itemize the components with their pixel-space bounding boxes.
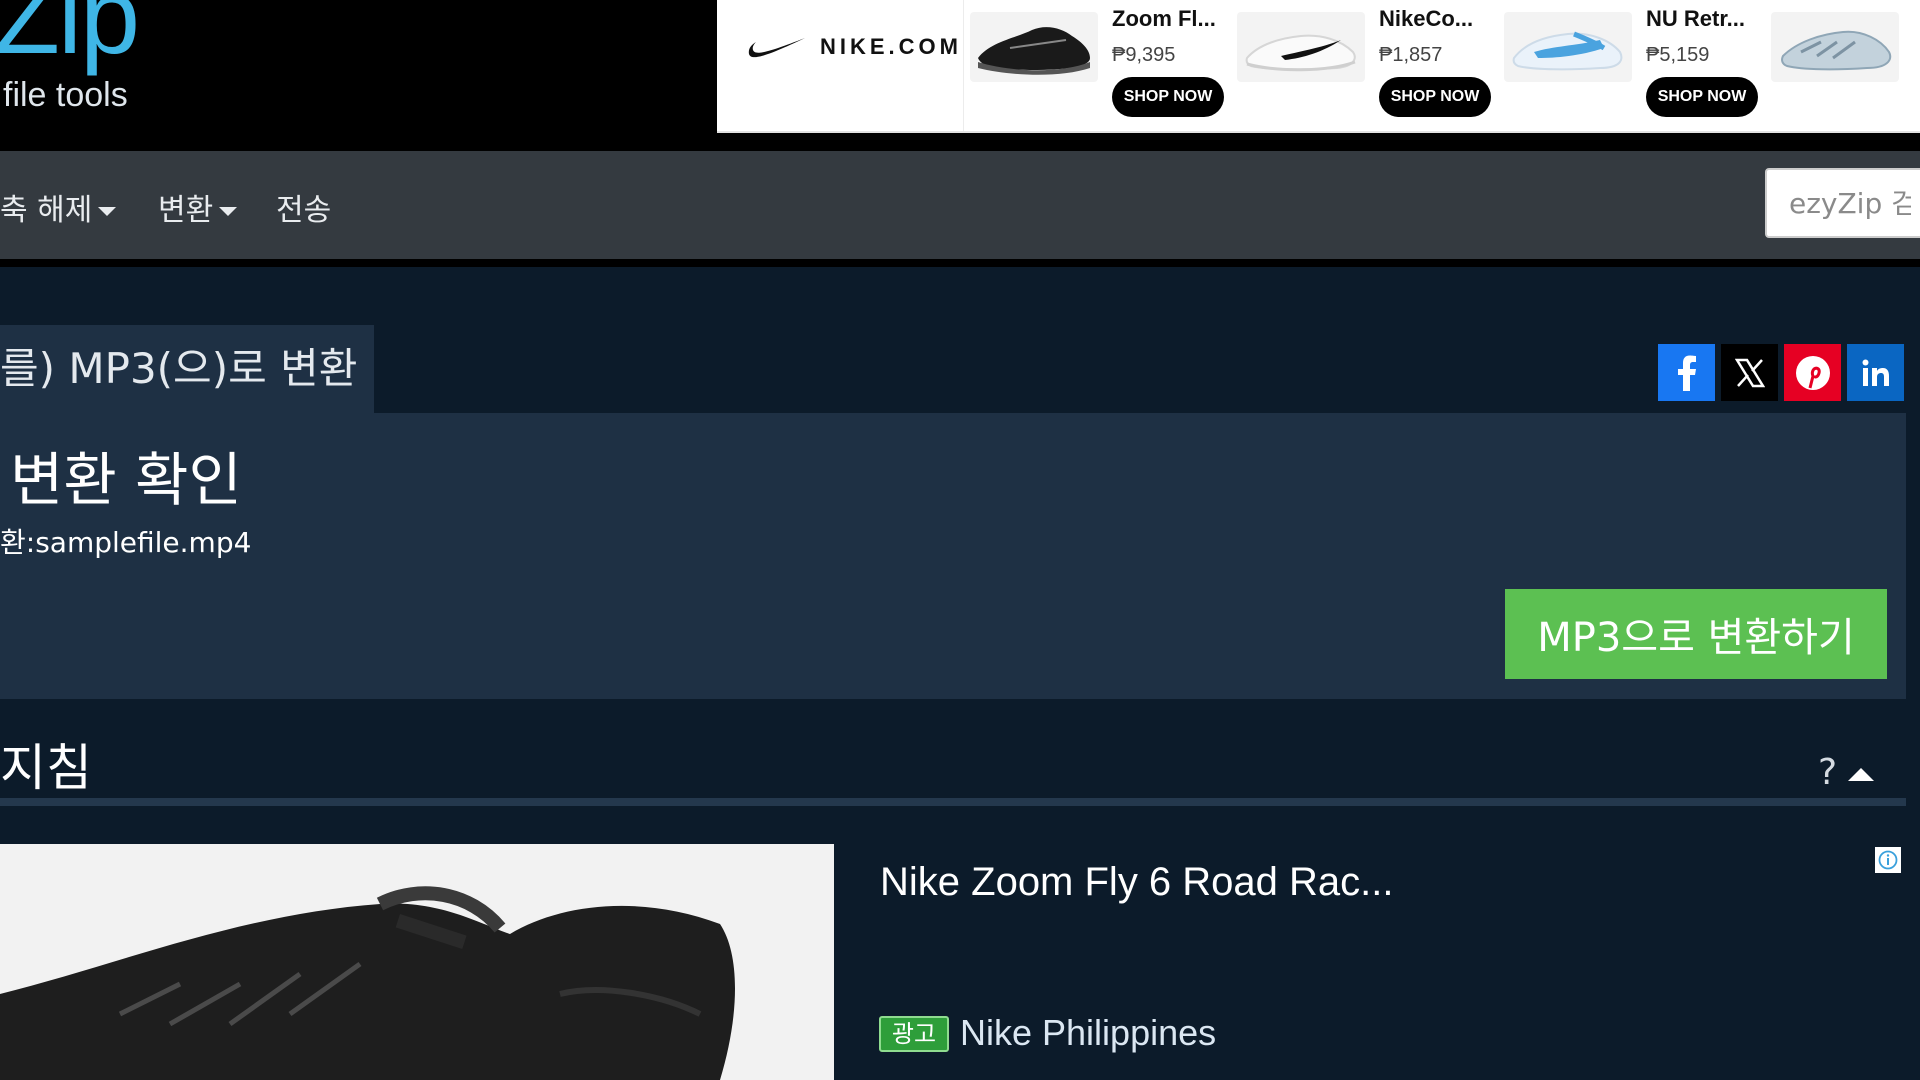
shop-now-button[interactable]: SHOP NOW xyxy=(1379,77,1491,117)
guide-divider xyxy=(0,798,1906,806)
ad-product-name: NU Retr... xyxy=(1646,6,1746,31)
nav-item-label: 전송 xyxy=(276,193,332,228)
shoe-image-3 xyxy=(1504,12,1632,82)
ad-product-price: ₱1,857 xyxy=(1379,44,1443,66)
ad-headline[interactable]: Nike Zoom Fly 6 Road Rac... xyxy=(880,860,1394,905)
x-share-button[interactable] xyxy=(1721,344,1778,401)
help-icon[interactable]: ? xyxy=(1818,752,1837,793)
shoe-image-4 xyxy=(1771,12,1899,82)
ad-product-price: ₱5,159 xyxy=(1646,44,1710,66)
nav-divider xyxy=(0,259,1920,267)
caret-down-icon xyxy=(98,207,117,216)
selected-file-label: 환:samplefile.mp4 xyxy=(0,526,252,559)
page-title: 를) MP3(으)로 변환 xyxy=(0,344,358,393)
ad-product-name: NikeCo... xyxy=(1379,6,1474,31)
guide-heading: 지침 xyxy=(0,739,92,797)
shop-now-button[interactable]: SHOP NOW xyxy=(1646,77,1758,117)
linkedin-icon xyxy=(1862,359,1889,386)
ad-product-image[interactable] xyxy=(0,844,834,1080)
collapse-caret-up-icon[interactable] xyxy=(1848,768,1874,781)
nav-extract-menu[interactable]: 축 해제 xyxy=(0,185,117,229)
top-ad-banner[interactable]: NIKE.COM Zoom Fl... ₱9,395 SHOP NOW Nike… xyxy=(717,0,1920,133)
ad-advertiser[interactable]: Nike Philippines xyxy=(960,1012,1216,1054)
ad-product-3[interactable]: NU Retr... ₱5,159 SHOP NOW xyxy=(1504,0,1769,131)
ad-product-4-partial[interactable] xyxy=(1771,0,1920,131)
x-icon xyxy=(1734,358,1765,387)
ad-info-icon[interactable] xyxy=(1875,847,1901,873)
ad-brand[interactable]: NIKE.COM xyxy=(717,0,964,131)
ad-product-price: ₱9,395 xyxy=(1112,44,1176,66)
shoe-image-2 xyxy=(1237,12,1365,82)
logo-tagline: file tools xyxy=(3,76,128,114)
linkedin-share-button[interactable] xyxy=(1847,344,1904,401)
shop-now-button[interactable]: SHOP NOW xyxy=(1112,77,1224,117)
pinterest-icon xyxy=(1795,355,1830,390)
nike-swoosh-icon xyxy=(748,38,805,58)
nav-convert-menu[interactable]: 변환 xyxy=(158,185,238,229)
ad-product-2[interactable]: NikeCo... ₱1,857 SHOP NOW xyxy=(1237,0,1502,131)
ad-brand-name: NIKE.COM xyxy=(820,34,962,59)
page-title-tab: 를) MP3(으)로 변환 xyxy=(0,325,374,413)
ad-product-name: Zoom Fl... xyxy=(1112,6,1216,31)
shoe-image-1 xyxy=(970,12,1098,82)
nav-transfer-link[interactable]: 전송 xyxy=(276,185,331,229)
site-logo[interactable]: Zip xyxy=(0,0,140,70)
ad-badge: 광고 xyxy=(879,1016,949,1052)
convert-to-mp3-button[interactable]: MP3으로 변환하기 xyxy=(1505,589,1887,679)
nav-item-label: 변환 xyxy=(158,193,214,228)
top-bar: Zip file tools NIKE.COM Zoom Fl... ₱9,39… xyxy=(0,0,1920,151)
caret-down-icon xyxy=(219,207,238,216)
search-input[interactable] xyxy=(1765,168,1920,238)
ad-product-1[interactable]: Zoom Fl... ₱9,395 SHOP NOW xyxy=(970,0,1235,131)
nav-item-label: 축 해제 xyxy=(0,193,93,228)
running-shoe-image xyxy=(0,886,735,1080)
pinterest-share-button[interactable] xyxy=(1784,344,1841,401)
confirm-heading: 변환 확인 xyxy=(10,446,242,514)
main-nav: 축 해제 변환 전송 xyxy=(0,151,1920,259)
facebook-icon xyxy=(1677,355,1696,391)
facebook-share-button[interactable] xyxy=(1658,344,1715,401)
